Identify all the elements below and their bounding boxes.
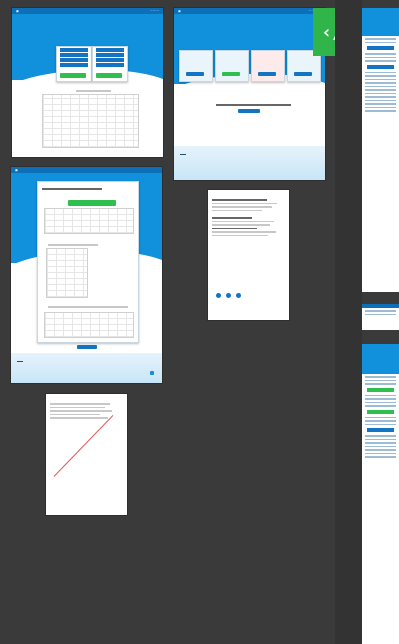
artboard-draft[interactable] (46, 394, 127, 515)
feature-card-1[interactable] (179, 50, 213, 82)
artboard-landing[interactable]: ▣ — — — — ▬▬ (174, 8, 325, 180)
card-button-4[interactable] (294, 72, 312, 76)
artboard-desktop-plans[interactable]: ▣ — — — (12, 8, 163, 157)
artboard-document[interactable] (208, 190, 289, 320)
artboard-mobile-middle[interactable] (362, 304, 399, 330)
mobile-button[interactable] (367, 64, 394, 69)
mobile-button[interactable] (367, 46, 394, 50)
summary-box (44, 312, 134, 338)
social-icon[interactable] (226, 293, 231, 298)
option-selected[interactable] (68, 200, 116, 206)
select-button-right[interactable] (96, 73, 122, 78)
nav-links: — — — (150, 9, 159, 12)
strike-through-line (53, 415, 114, 478)
footer: ▬▬ (11, 353, 162, 383)
canvas-divider (335, 0, 362, 644)
document-title (208, 190, 289, 197)
card-button-1[interactable] (186, 72, 204, 76)
address-fields[interactable] (46, 248, 88, 298)
select-button-left[interactable] (60, 73, 86, 78)
comparison-table (42, 94, 139, 148)
social-icon[interactable] (216, 293, 221, 298)
footer-logo: ▬▬ (180, 152, 186, 156)
hero-title (174, 14, 325, 20)
mobile-select-button[interactable] (367, 409, 394, 414)
form-card[interactable] (37, 181, 139, 343)
feature-card-2[interactable] (215, 50, 249, 82)
mobile-button[interactable] (367, 428, 394, 432)
logo: ▣ (16, 9, 19, 13)
feature-card-3[interactable] (251, 50, 285, 82)
logo: ▣ (178, 9, 181, 13)
hero-title (12, 14, 163, 20)
card-button-2[interactable] (222, 72, 240, 76)
artboard-mobile-bottom[interactable] (362, 344, 399, 644)
submit-button[interactable] (77, 345, 97, 349)
draft-title (46, 394, 127, 401)
footer: ▬▬ (174, 146, 325, 180)
design-canvas[interactable]: ▣ — — — ▣ — — — — (0, 0, 399, 644)
artboard-mobile-top[interactable] (362, 8, 399, 292)
form-title (38, 182, 138, 186)
cta-button[interactable] (238, 109, 260, 113)
card-button-3[interactable] (258, 72, 276, 76)
footer-logo: ▬▬ (17, 359, 23, 363)
artboard-form[interactable]: ▣ ▬▬ (11, 167, 162, 383)
logo: ▣ (15, 168, 18, 172)
mobile-select-button[interactable] (367, 387, 394, 392)
footer-button[interactable] (150, 371, 154, 375)
option-grid (44, 208, 134, 234)
social-icon[interactable] (236, 293, 241, 298)
